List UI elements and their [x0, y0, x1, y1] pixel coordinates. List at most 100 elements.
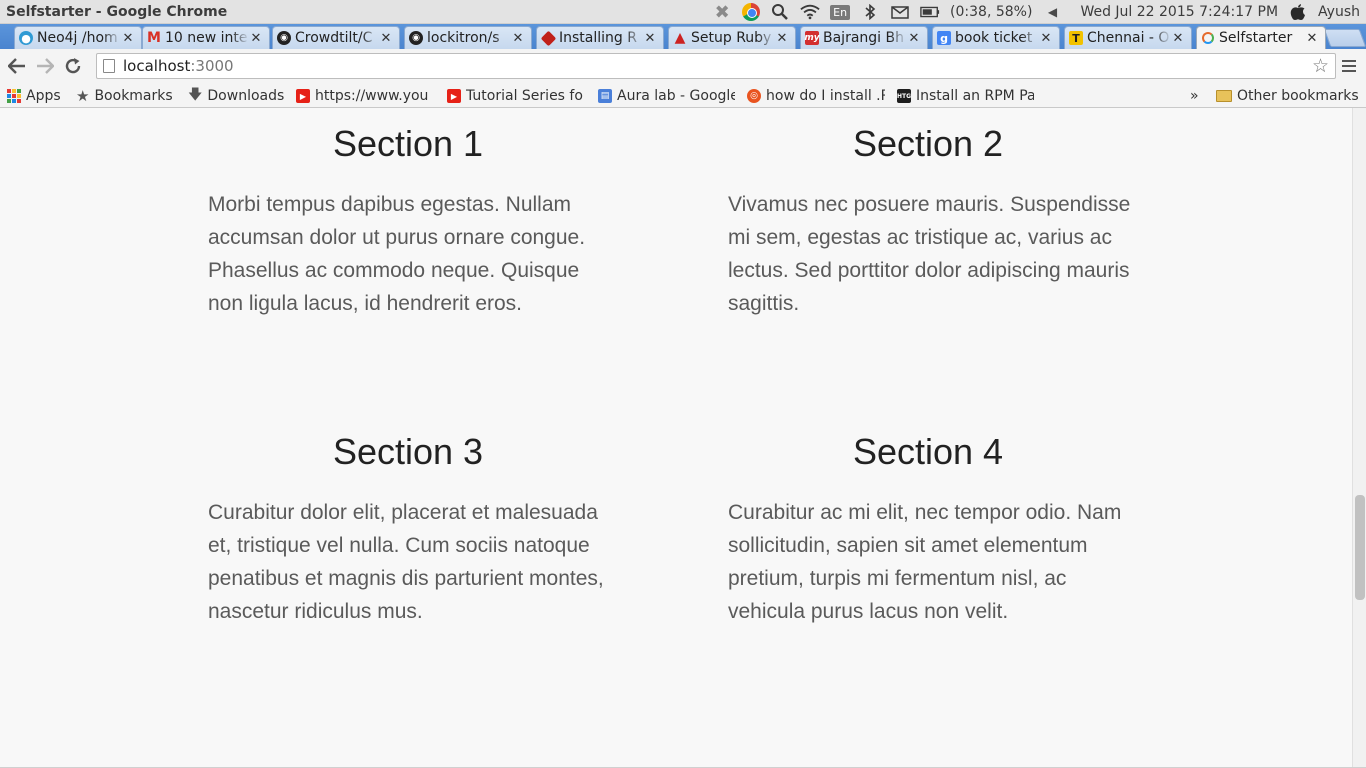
tab[interactable]: ▲ Setup Ruby ✕ [668, 26, 796, 49]
close-app-icon[interactable]: ✖ [712, 2, 732, 23]
wifi-icon[interactable] [800, 2, 820, 22]
close-icon[interactable]: ✕ [121, 31, 135, 46]
bookmark-label: Apps [26, 88, 61, 104]
section-3: Section 3 Curabitur dolor elit, placerat… [208, 432, 628, 628]
tab[interactable]: ◉ Crowdtilt/C ✕ [272, 26, 400, 49]
menu-bar [1342, 60, 1356, 62]
bookmark-aura-lab[interactable]: ▤ Aura lab - Google [598, 86, 735, 106]
back-button[interactable] [3, 52, 31, 80]
url-host: localhost [123, 57, 191, 75]
close-icon[interactable]: ✕ [511, 31, 525, 46]
section-body: Morbi tempus dapibus egestas. Nullam acc… [208, 193, 586, 315]
bookmark-youtube[interactable]: ▶ https://www.you [296, 86, 436, 106]
os-indicators: ✖ En (0:38, 58%) ◀ Wed Jul 22 2015 7:24:… [712, 0, 1360, 24]
browser-toolbar: localhost:3000 ☆ [0, 49, 1366, 83]
datetime[interactable]: Wed Jul 22 2015 7:24:17 PM [1080, 4, 1278, 20]
tab-label: Neo4j /hom [37, 30, 118, 46]
reload-button[interactable] [59, 52, 87, 80]
tab-label: 10 new inte [165, 30, 248, 46]
bookmark-bookmarks[interactable]: ★ Bookmarks [76, 86, 173, 106]
section-title: Section 2 [852, 123, 1004, 164]
htg-icon: HTG [897, 89, 911, 103]
tab[interactable]: ◉ lockitron/s ✕ [404, 26, 532, 49]
chrome-icon[interactable] [742, 3, 761, 21]
tab-label: Setup Ruby [691, 30, 772, 46]
os-top-panel: Selfstarter - Google Chrome ✖ En (0:38, … [0, 0, 1366, 24]
google-icon: g [937, 31, 951, 45]
section-1: Section 1 Morbi tempus dapibus egestas. … [208, 124, 628, 320]
reload-icon [65, 58, 81, 74]
bookmark-label: Aura lab - Google [617, 88, 735, 104]
tab[interactable]: M 10 new inte ✕ [142, 26, 270, 49]
close-icon[interactable]: ✕ [643, 31, 657, 46]
forward-button[interactable] [31, 52, 59, 80]
bookmarks-bar: Apps ★ Bookmarks 🡇 Downloads ▶ https://w… [0, 83, 1366, 108]
tab-label: Crowdtilt/C [295, 30, 373, 46]
bookmark-label: Bookmarks [94, 88, 173, 104]
tab[interactable]: g book ticket ✕ [932, 26, 1060, 49]
close-icon[interactable]: ✕ [907, 31, 921, 46]
section-body: Curabitur ac mi elit, nec tempor odio. N… [728, 501, 1122, 623]
star-icon: ★ [76, 87, 90, 105]
close-icon[interactable]: ✕ [775, 31, 789, 46]
bookmark-askubuntu[interactable]: ◎ how do I install .R [747, 86, 885, 106]
scrollbar-thumb[interactable] [1355, 495, 1365, 600]
youtube-icon: ▶ [447, 89, 461, 103]
url-port: :3000 [190, 57, 234, 75]
battery-status: (0:38, 58%) [950, 4, 1033, 20]
bookmark-label: https://www.you [315, 88, 429, 104]
tab-active[interactable]: Selfstarter ✕ [1196, 26, 1326, 49]
bookmarks-overflow-button[interactable]: » [1190, 86, 1199, 106]
close-icon[interactable]: ✕ [1305, 31, 1319, 46]
bluetooth-icon[interactable] [860, 2, 880, 22]
new-tab-button[interactable] [1323, 29, 1366, 47]
section-body: Curabitur dolor elit, placerat et malesu… [208, 501, 604, 623]
section-2: Section 2 Vivamus nec posuere mauris. Su… [728, 124, 1148, 320]
user-name[interactable]: Ayush [1318, 4, 1360, 20]
download-icon: 🡇 [188, 87, 203, 103]
close-icon[interactable]: ✕ [249, 31, 263, 46]
tab-label: Installing R [559, 30, 637, 46]
menu-bar [1342, 65, 1356, 67]
section-title: Section 1 [332, 123, 484, 164]
section-body: Vivamus nec posuere mauris. Suspendisse … [728, 193, 1131, 315]
tab[interactable]: my Bajrangi Bh ✕ [800, 26, 928, 49]
bookmark-label: Install an RPM Pa [916, 88, 1034, 104]
tab[interactable]: T Chennai - O ✕ [1064, 26, 1192, 49]
bookmark-tutorial-series[interactable]: ▶ Tutorial Series fo [447, 86, 585, 106]
section-title: Section 3 [332, 431, 484, 472]
tab[interactable]: ● Neo4j /hom ✕ [14, 26, 142, 49]
keyboard-layout-icon[interactable]: En [830, 4, 851, 20]
address-bar[interactable]: localhost:3000 ☆ [96, 53, 1336, 79]
battery-icon[interactable] [920, 2, 940, 22]
github-icon: ◉ [409, 31, 423, 45]
page-icon [103, 59, 115, 73]
vertical-scrollbar[interactable] [1352, 108, 1366, 768]
bookmyshow-icon: my [804, 31, 820, 45]
search-icon[interactable] [770, 2, 790, 22]
tab-strip: ● Neo4j /hom ✕ M 10 new inte ✕ ◉ Crowdti… [0, 24, 1366, 49]
bookmark-label: how do I install .R [766, 88, 885, 104]
tab-label: Bajrangi Bh [823, 30, 904, 46]
close-icon[interactable]: ✕ [379, 31, 393, 46]
tab[interactable]: Installing R ✕ [536, 26, 664, 49]
github-icon: ◉ [277, 31, 291, 45]
bookmark-star-icon[interactable]: ☆ [1312, 55, 1329, 77]
close-icon[interactable]: ✕ [1171, 31, 1185, 46]
gorails-icon: ▲ [674, 30, 686, 46]
chrome-menu-button[interactable] [1338, 54, 1360, 78]
close-icon[interactable]: ✕ [1039, 31, 1053, 46]
volume-icon[interactable]: ◀ [1042, 2, 1062, 22]
apple-icon[interactable] [1288, 2, 1308, 22]
apps-icon [7, 89, 21, 103]
neo4j-icon: ● [19, 31, 33, 45]
mail-icon[interactable] [890, 2, 910, 22]
chevron-double-right-icon: » [1190, 88, 1199, 104]
gmail-icon: M [147, 30, 161, 46]
bookmark-apps[interactable]: Apps [7, 86, 61, 106]
tab-label: Chennai - O [1087, 30, 1170, 46]
bookmark-install-rpm[interactable]: HTG Install an RPM Pa [897, 86, 1034, 106]
bookmark-downloads[interactable]: 🡇 Downloads [188, 86, 284, 106]
bookmark-other-bookmarks[interactable]: Other bookmarks [1216, 86, 1359, 106]
bookmark-label: Downloads [207, 88, 285, 104]
